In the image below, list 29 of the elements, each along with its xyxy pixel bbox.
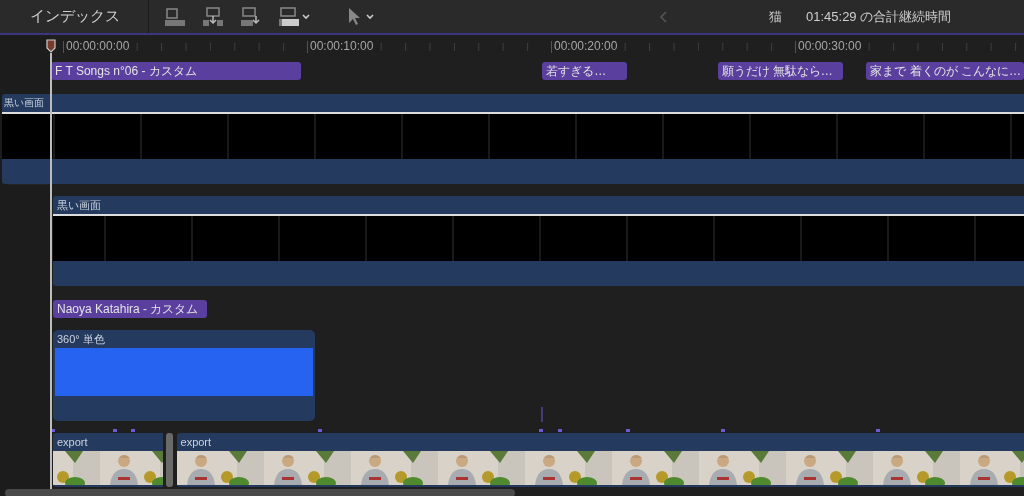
playhead-handle-icon[interactable] [46,39,56,53]
clip-label: 360° 単色 [56,332,106,347]
title-clip[interactable]: 若すぎる… [542,62,627,80]
video-clip[interactable]: 黒い画面 [2,94,1024,184]
timecode-label: 00:00:30:00 [796,39,864,53]
replace-clip-icon[interactable] [277,6,311,27]
duration-label: 01:45:29 の合計継続時間 [806,7,952,26]
clip-gap-handle[interactable] [166,433,173,487]
timecode-label: 00:00:00:00 [64,39,132,53]
clip-label: 黒い画面 [3,96,46,110]
clip-label: export [55,435,89,450]
clip-label: 黒い画面 [55,198,102,213]
video-clip[interactable]: 黒い画面 [52,196,1024,286]
title-clip[interactable]: 願うだけ 無駄なら… [717,62,843,80]
project-name: 猫 [769,7,782,26]
timecode-label: 00:00:10:00 [308,39,376,53]
timecode-label: 00:00:20:00 [552,39,620,53]
index-label[interactable]: インデックス [30,7,148,26]
title-clip[interactable]: F T Songs n°06 - カスタム [51,62,302,80]
video-clip[interactable]: export [176,433,1024,487]
title-clip[interactable]: Naoya Katahira - カスタム [53,300,207,318]
scrollbar[interactable] [5,489,515,496]
overwrite-clip-icon[interactable] [239,6,263,27]
video-clip[interactable]: 360° 単色 [53,330,315,421]
clip-label: export [179,435,213,450]
append-clip-icon[interactable] [163,6,187,27]
video-clip[interactable]: export [52,433,163,487]
title-clip[interactable]: 家まで 着くのが こんなに… [866,62,1024,80]
insert-clip-icon[interactable] [201,6,225,27]
